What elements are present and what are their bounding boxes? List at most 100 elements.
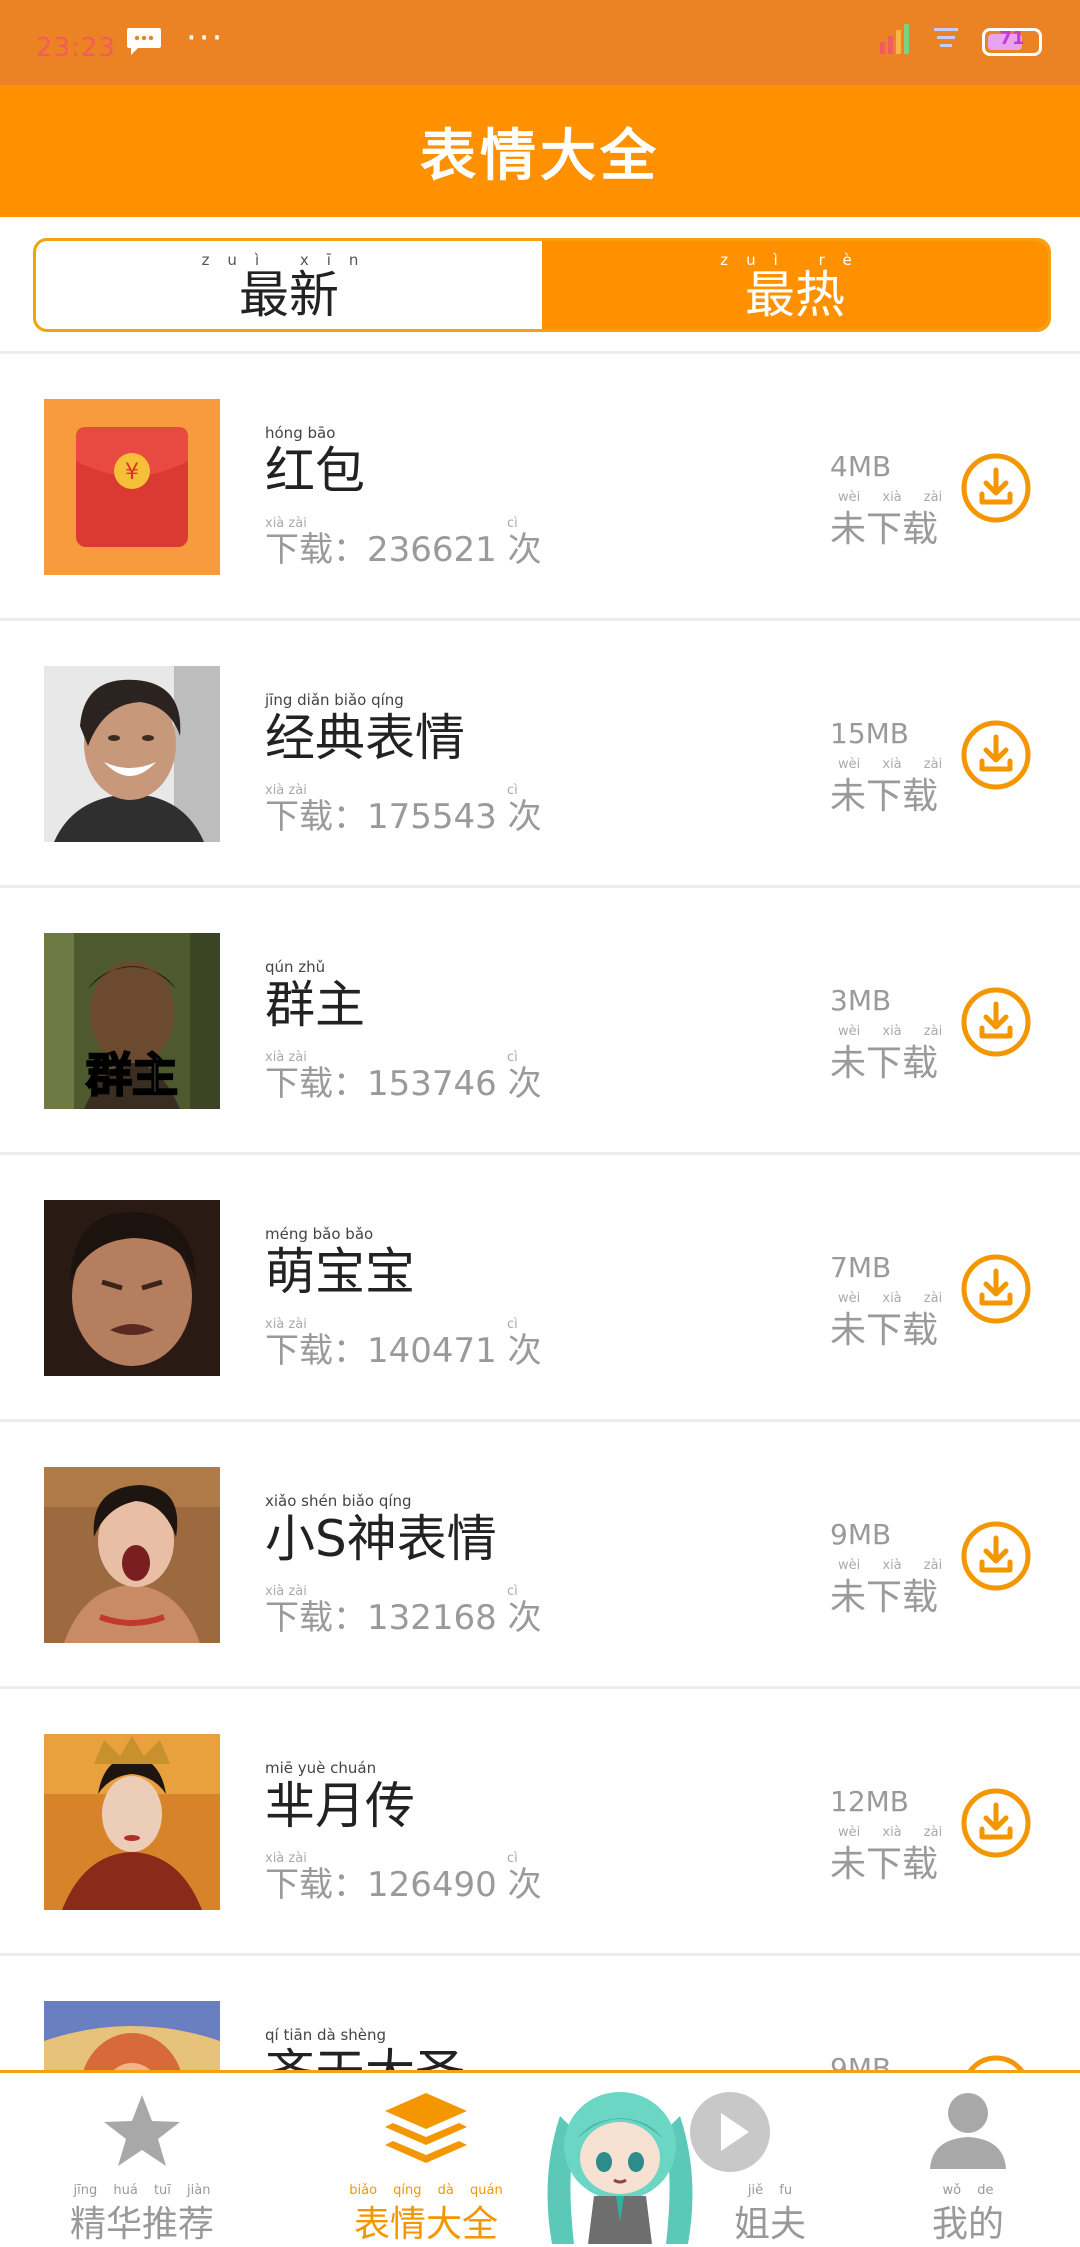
layers-icon: [385, 2093, 467, 2163]
tab-newest[interactable]: zuì xīn 最新: [36, 241, 542, 329]
download-prefix: 下载：: [265, 1331, 367, 1371]
times-unit: 次: [507, 1598, 542, 1638]
download-count: 236621: [367, 530, 497, 570]
tab-mine[interactable]: wǒ de 我的: [868, 2073, 1068, 2247]
item-name-pinyin: qún zhǔ: [265, 958, 326, 976]
times-unit-pinyin: cì: [507, 1584, 518, 1599]
times-unit: 次: [507, 1331, 542, 1371]
item-name: 经典表情: [265, 709, 465, 767]
download-icon[interactable]: [960, 719, 1032, 791]
tab-featured[interactable]: jīng huá tuī jiàn 精华推荐: [42, 2073, 242, 2247]
file-size: 4MB: [830, 450, 892, 483]
times-unit: 次: [507, 530, 542, 570]
tab-sticker-collection[interactable]: biǎo qíng dà quán 表情大全: [326, 2073, 526, 2247]
item-name-pinyin: xiǎo shén biǎo qíng: [265, 1492, 412, 1510]
thumbnail-caption: 群主: [86, 1048, 178, 1102]
tab-label: 最新: [239, 266, 339, 324]
star-icon: [104, 2095, 180, 2166]
file-size: 3MB: [830, 984, 892, 1017]
times-unit: 次: [507, 1064, 542, 1104]
list-item[interactable]: jīng diǎn biǎo qíng 经典表情 xià zài cì 下载：17…: [0, 621, 1080, 888]
crying-kid-thumbnail: [44, 1200, 220, 1376]
item-name: 群主: [265, 976, 365, 1034]
svg-text:¥: ¥: [125, 460, 139, 485]
message-icon: [127, 28, 161, 55]
download-count: 175543: [367, 797, 497, 837]
download-icon[interactable]: [960, 986, 1032, 1058]
user-icon: [930, 2093, 1006, 2169]
download-count: 126490: [367, 1865, 497, 1905]
download-prefix: 下载：: [265, 797, 367, 837]
download-status: 未下载: [830, 509, 939, 550]
download-prefix-pinyin: xià zài: [265, 1851, 307, 1866]
download-count: 140471: [367, 1331, 497, 1371]
download-prefix: 下载：: [265, 1865, 367, 1905]
screaming-woman-thumbnail: [44, 1467, 220, 1643]
floating-mascot-icon[interactable]: [530, 2076, 710, 2244]
tab-label: 表情大全: [353, 2204, 498, 2245]
download-status: 未下载: [830, 1043, 939, 1084]
item-name: 小S神表情: [265, 1510, 497, 1568]
tab-label: 我的: [931, 2204, 1004, 2245]
download-prefix: 下载：: [265, 1598, 367, 1638]
item-name: 萌宝宝: [265, 1243, 415, 1301]
battery-icon: 71: [982, 28, 1042, 56]
times-unit: 次: [507, 797, 542, 837]
times-unit: 次: [507, 1865, 542, 1905]
header: 表情大全: [0, 85, 1080, 217]
empress-thumbnail: [44, 1734, 220, 1910]
item-name-pinyin: hóng bāo: [265, 424, 336, 442]
download-icon[interactable]: [960, 1520, 1032, 1592]
download-count: 153746: [367, 1064, 497, 1104]
download-count: 132168: [367, 1598, 497, 1638]
download-prefix-pinyin: xià zài: [265, 783, 307, 798]
list-item[interactable]: ¥ hóng bāo 红包 xià zài cì 下载：236621 次 4MB …: [0, 354, 1080, 621]
download-status: 未下载: [830, 1844, 939, 1885]
list-item[interactable]: 群主 qún zhǔ 群主 xià zài cì 下载：153746 次 3MB …: [0, 888, 1080, 1155]
group-owner-thumbnail: 群主: [44, 933, 220, 1109]
tab-label: 最热: [745, 266, 845, 324]
download-status: 未下载: [830, 1577, 939, 1618]
times-unit-pinyin: cì: [507, 1050, 518, 1065]
file-size: 15MB: [830, 717, 909, 750]
red-envelope-thumbnail: ¥: [44, 399, 220, 575]
download-prefix: 下载：: [265, 1064, 367, 1104]
more-notifications-icon: ···: [186, 18, 225, 58]
file-size: 7MB: [830, 1251, 892, 1284]
download-prefix-pinyin: xià zài: [265, 1584, 307, 1599]
download-status: 未下载: [830, 776, 939, 817]
file-size: 12MB: [830, 1785, 909, 1818]
wifi-icon: [934, 28, 958, 47]
item-name-pinyin: jīng diǎn biǎo qíng: [265, 691, 404, 709]
list-item[interactable]: miē yuè chuán 芈月传 xià zài cì 下载：126490 次 …: [0, 1689, 1080, 1956]
status-time: 23:23: [36, 33, 116, 63]
times-unit-pinyin: cì: [507, 516, 518, 531]
status-bar: 23:23 ··· 71: [0, 0, 1080, 85]
item-name-pinyin: qí tiān dà shèng: [265, 2026, 387, 2044]
page-title: 表情大全: [420, 123, 660, 189]
download-icon[interactable]: [960, 1253, 1032, 1325]
tab-label: 精华推荐: [69, 2204, 214, 2245]
download-icon[interactable]: [960, 452, 1032, 524]
item-name-pinyin: méng bǎo bǎo: [265, 1225, 374, 1243]
download-prefix-pinyin: xià zài: [265, 516, 307, 531]
item-name-pinyin: miē yuè chuán: [265, 1759, 377, 1777]
times-unit-pinyin: cì: [507, 783, 518, 798]
sticker-pack-list: ¥ hóng bāo 红包 xià zài cì 下载：236621 次 4MB …: [0, 354, 1080, 2220]
list-item[interactable]: xiǎo shén biǎo qíng 小S神表情 xià zài cì 下载：1…: [0, 1422, 1080, 1689]
list-item[interactable]: méng bǎo bǎo 萌宝宝 xià zài cì 下载：140471 次 7…: [0, 1155, 1080, 1422]
times-unit-pinyin: cì: [507, 1317, 518, 1332]
download-icon[interactable]: [960, 1787, 1032, 1859]
item-name: 红包: [265, 442, 365, 500]
battery-level: 71: [999, 28, 1025, 49]
download-prefix: 下载：: [265, 530, 367, 570]
times-unit-pinyin: cì: [507, 1851, 518, 1866]
download-status: 未下载: [830, 1310, 939, 1351]
laughing-man-thumbnail: [44, 666, 220, 842]
tab-hottest[interactable]: zuì rè 最热: [542, 241, 1048, 329]
download-prefix-pinyin: xià zài: [265, 1050, 307, 1065]
sort-tabs: zuì xīn 最新 zuì rè 最热: [33, 238, 1051, 332]
signal-icon: [880, 24, 909, 54]
file-size: 9MB: [830, 1518, 892, 1551]
download-prefix-pinyin: xià zài: [265, 1317, 307, 1332]
